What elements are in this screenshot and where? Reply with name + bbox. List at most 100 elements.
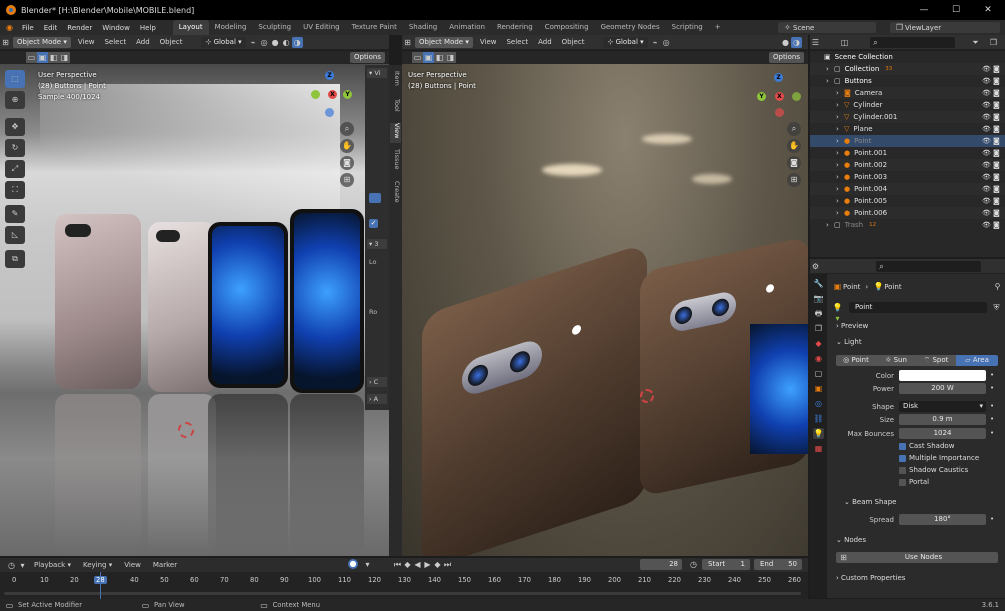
tab-rendering[interactable]: Rendering [491, 20, 539, 35]
animate-dot-icon[interactable]: • [990, 429, 994, 437]
add-workspace-button[interactable]: + [709, 20, 727, 35]
animate-dot-icon[interactable]: • [990, 371, 994, 379]
menu-select[interactable]: Select [501, 38, 533, 46]
maximize-button[interactable]: ☐ [940, 0, 972, 20]
checked-box-icon[interactable] [899, 454, 906, 462]
menu-select[interactable]: Select [99, 38, 131, 46]
shape-dropdown[interactable]: Disk ▾ [899, 401, 986, 412]
filter-icon[interactable]: ⏷ [970, 37, 981, 48]
outliner-row[interactable]: › ● Point.003 👁 ◙ [810, 171, 1005, 183]
camera-view-icon[interactable]: ◙ [340, 156, 354, 170]
expand-arrow-icon[interactable]: › [836, 161, 844, 169]
menu-marker[interactable]: Marker [147, 561, 183, 569]
outliner-row[interactable]: › ▽ Cylinder 👁 ◙ [810, 99, 1005, 111]
expand-arrow-icon[interactable]: › [836, 125, 844, 133]
select-box-icon[interactable]: ▭ [412, 52, 423, 63]
expand-arrow-icon[interactable]: › [826, 77, 834, 85]
visibility-eye-icon[interactable]: 👁 [982, 173, 991, 181]
checkbox-icon[interactable]: ✓ [369, 219, 378, 228]
spread-field[interactable]: 180° [899, 514, 986, 525]
animate-dot-icon[interactable]: • [990, 515, 994, 523]
z-axis-icon[interactable]: Z [325, 71, 334, 80]
keying-set-icon[interactable]: ▾ [362, 559, 373, 570]
light-datablock-icon[interactable]: 💡▾ [832, 302, 843, 323]
visibility-eye-icon[interactable]: 👁 [982, 161, 991, 169]
render-tab-icon[interactable]: 📷 [813, 293, 824, 304]
render-camera-icon[interactable]: ◙ [993, 113, 1000, 121]
minimize-button[interactable]: — [908, 0, 940, 20]
view-section-header[interactable]: ▾ Vi [367, 68, 387, 78]
select-box-icon[interactable]: ▭ [26, 52, 37, 63]
menu-view[interactable]: View [73, 38, 100, 46]
menu-edit[interactable]: Edit [39, 24, 63, 32]
checkbox-row[interactable]: Portal [899, 478, 999, 490]
mode-select[interactable]: Object Mode ▾ [415, 36, 473, 48]
texture-tab-icon[interactable]: ▦ [813, 443, 824, 454]
outliner-row[interactable]: › ▢ Collection 33 👁 ◙ [810, 63, 1005, 75]
expand-arrow-icon[interactable]: › [836, 149, 844, 157]
shading-solid-icon[interactable]: ● [780, 37, 791, 48]
scale-tool-icon[interactable]: ⤢ [5, 160, 25, 178]
object-tab-icon[interactable]: ▣ [813, 383, 824, 394]
render-camera-icon[interactable]: ◙ [993, 149, 1000, 157]
visibility-eye-icon[interactable]: 👁 [982, 149, 991, 157]
timeline-track[interactable]: 0102028405060708090100110120130140150160… [0, 572, 808, 599]
physics-tab-icon[interactable]: ◎ [813, 398, 824, 409]
unchecked-box-icon[interactable] [899, 478, 906, 486]
y-axis-neg-icon[interactable] [311, 90, 320, 99]
dropdown-icon[interactable]: ▾ [17, 560, 28, 571]
light-section[interactable]: ⌄ Light [836, 336, 1002, 349]
light-type-area[interactable]: ▱ Area [956, 355, 998, 366]
render-camera-icon[interactable]: ◙ [993, 101, 1000, 109]
tab-tool[interactable]: Tool [390, 99, 401, 119]
select-extend-icon[interactable]: ◧ [434, 52, 445, 63]
options-button[interactable]: Options [349, 52, 385, 63]
tab-compositing[interactable]: Compositing [539, 20, 595, 35]
transform-tool-icon[interactable]: ⛶ [5, 181, 25, 199]
render-camera-icon[interactable]: ◙ [993, 137, 1000, 145]
overlays-icon[interactable]: ◑ [791, 36, 802, 48]
navigation-gizmo[interactable]: Z Y X [754, 72, 804, 122]
pan-hand-icon[interactable]: ✋ [787, 139, 801, 153]
size-field[interactable]: 0.9 m [899, 414, 986, 425]
zoom-icon[interactable]: ⌕ [787, 122, 801, 136]
tab-view[interactable]: View [390, 123, 401, 143]
pan-hand-icon[interactable]: ✋ [340, 139, 354, 153]
render-camera-icon[interactable]: ◙ [993, 185, 1000, 193]
expand-arrow-icon[interactable]: › [836, 101, 844, 109]
unchecked-box-icon[interactable] [899, 466, 906, 474]
left-viewport[interactable]: User Perspective (28) Buttons | Point Sa… [0, 64, 389, 556]
annotate-tool-icon[interactable]: ✎ [5, 205, 25, 223]
visibility-eye-icon[interactable]: 👁 [982, 65, 991, 73]
move-tool-icon[interactable]: ✥ [5, 118, 25, 136]
outliner-row[interactable]: › ● Point.006 👁 ◙ [810, 207, 1005, 219]
select-extend-icon[interactable]: ◧ [48, 52, 59, 63]
checkbox-row[interactable]: Shadow Caustics [899, 466, 999, 478]
power-field[interactable]: 200 W [899, 383, 986, 394]
expand-arrow-icon[interactable]: › [836, 197, 844, 205]
close-button[interactable]: ✕ [972, 0, 1004, 20]
tab-geometry-nodes[interactable]: Geometry Nodes [595, 20, 666, 35]
render-camera-icon[interactable]: ◙ [993, 209, 1000, 217]
ortho-grid-icon[interactable]: ⊞ [340, 173, 354, 187]
y-axis-icon[interactable]: Y [757, 92, 766, 101]
ortho-grid-icon[interactable]: ⊞ [787, 173, 801, 187]
light-type-point[interactable]: ◎ Point [836, 355, 876, 366]
world-tab-icon[interactable]: ◉ [813, 353, 824, 364]
visibility-eye-icon[interactable]: 👁 [982, 101, 991, 109]
visibility-eye-icon[interactable]: 👁 [982, 197, 991, 205]
animate-dot-icon[interactable]: • [990, 402, 994, 410]
display-mode-icon[interactable]: ◫ [839, 37, 850, 48]
c-section-header[interactable]: › C [367, 377, 387, 387]
menu-keying[interactable]: Keying ▾ [77, 561, 118, 569]
timeline-scrollbar[interactable] [4, 592, 801, 595]
editor-type-icon[interactable]: ⊞ [402, 37, 413, 48]
render-camera-icon[interactable]: ◙ [993, 197, 1000, 205]
snap-icon[interactable]: ⌁ [248, 37, 259, 48]
tab-scripting[interactable]: Scripting [666, 20, 709, 35]
expand-arrow-icon[interactable]: › [836, 89, 844, 97]
outliner-row[interactable]: › ▽ Plane 👁 ◙ [810, 123, 1005, 135]
output-tab-icon[interactable]: 🖶 [813, 308, 824, 319]
editor-type-icon[interactable]: ⚙ [810, 261, 821, 272]
select-tool-icon[interactable]: ⬚ [5, 70, 25, 88]
